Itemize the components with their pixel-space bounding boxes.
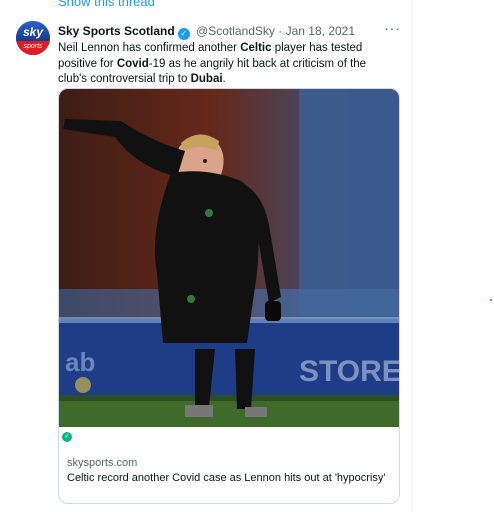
check-icon: ✓: [62, 432, 72, 442]
header-separator: ·: [278, 24, 283, 38]
svg-text:ab: ab: [65, 347, 95, 377]
marker-dot: [490, 299, 492, 301]
verified-badge-icon: ✓: [177, 28, 190, 40]
avatar-logo-top: sky: [16, 21, 50, 41]
hashtag-celtic[interactable]: Celtic: [240, 42, 271, 54]
tweet-date[interactable]: Jan 18, 2021: [286, 24, 355, 38]
avatar[interactable]: sky sports: [16, 21, 50, 55]
tweet-text-part: .: [222, 73, 226, 85]
tweet-text-part: Neil Lennon has confirmed another: [58, 42, 241, 54]
timeline-column: Show this thread sky sports Sky Sports S…: [0, 0, 413, 512]
show-thread-link[interactable]: Show this thread: [58, 0, 155, 9]
avatar-logo-bottom: sports: [16, 41, 50, 55]
hashtag-covid[interactable]: Covid: [117, 58, 149, 70]
svg-text:STORE: STORE: [299, 355, 399, 388]
more-options-icon[interactable]: ···: [384, 20, 401, 36]
card-domain: skysports.com: [67, 457, 138, 469]
tweet-header: Sky Sports Scotland ✓ @ScotlandSky · Jan …: [58, 24, 398, 40]
tweet-text: Neil Lennon has confirmed another Celtic…: [58, 41, 396, 88]
card-title[interactable]: Celtic record another Covid case as Lenn…: [67, 472, 385, 484]
author-handle[interactable]: @ScotlandSky: [196, 24, 275, 38]
hashtag-dubai[interactable]: Dubai: [191, 73, 223, 85]
author-name[interactable]: Sky Sports Scotland: [58, 24, 175, 38]
card-photo: ab STORE: [59, 89, 399, 427]
link-card[interactable]: ab STORE ✓ skysports.com Celtic record a…: [58, 88, 400, 504]
